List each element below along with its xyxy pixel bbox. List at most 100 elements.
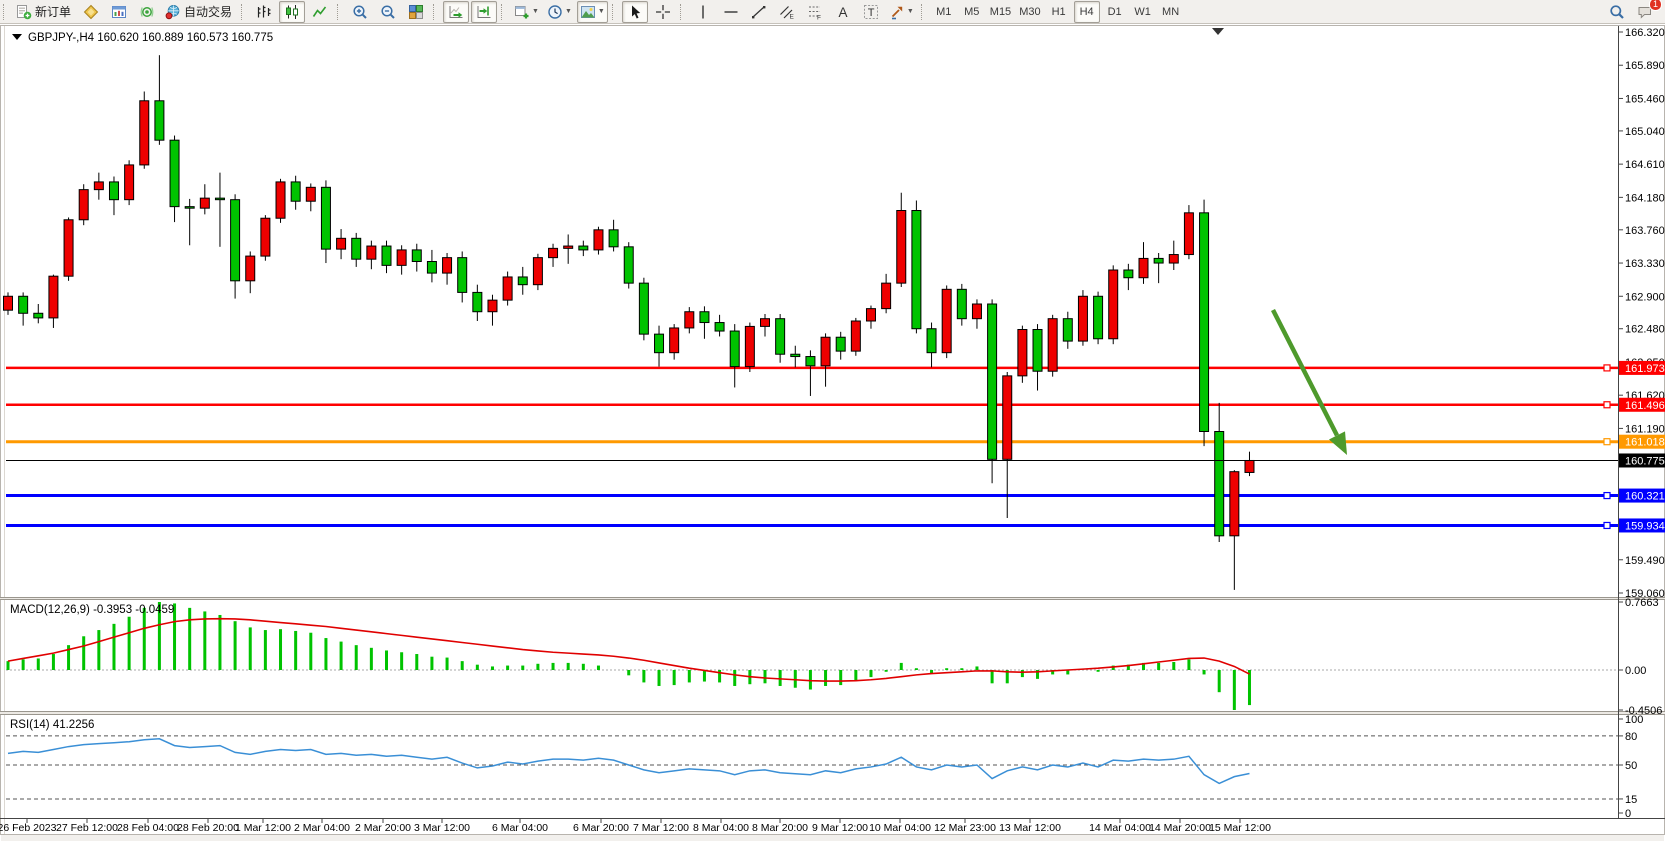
candle-body	[34, 313, 43, 318]
price-axis-label: 163.760	[1625, 225, 1665, 237]
horizontal-line-button[interactable]	[718, 1, 744, 23]
candle-body	[246, 256, 255, 281]
line-price-label-text: 161.973	[1625, 363, 1665, 375]
zoom-in-button[interactable]	[347, 1, 373, 23]
macd-bar	[37, 658, 40, 670]
candle-body	[1063, 319, 1072, 341]
candlestick-chart-button[interactable]	[279, 1, 305, 23]
candle-body	[1018, 330, 1027, 376]
time-axis-label: 9 Mar 12:00	[812, 822, 868, 834]
candle-body	[866, 309, 875, 321]
timeframe-d1-label: D1	[1108, 6, 1122, 18]
tile-windows-button[interactable]	[403, 1, 429, 23]
dropdown-arrow-icon[interactable]: ▼	[565, 8, 572, 15]
macd-bar	[128, 617, 131, 670]
candle-body	[1109, 270, 1118, 339]
candle-body	[200, 198, 209, 208]
macd-bar	[597, 666, 600, 670]
chart-background[interactable]	[0, 25, 1665, 841]
macd-bar	[1187, 659, 1190, 670]
timeframe-m30[interactable]: M30	[1016, 1, 1043, 23]
line-handle[interactable]	[1604, 493, 1610, 499]
timeframe-w1[interactable]: W1	[1130, 1, 1156, 23]
chart-ohlc-readout: GBPJPY-,H4 160.620 160.889 160.573 160.7…	[28, 32, 273, 44]
timeframe-h1-label: H1	[1052, 6, 1066, 18]
candle-body	[185, 207, 194, 209]
timeframe-h1[interactable]: H1	[1046, 1, 1072, 23]
chart-window[interactable]: MACD(12,26,9) -0.3953 -0.04590.76630.00-…	[0, 25, 1665, 841]
toolbar-group	[250, 0, 334, 24]
autotrade-button[interactable]: 自动交易	[162, 1, 237, 23]
vertical-line-button[interactable]	[690, 1, 716, 23]
time-axis-label: 10 Mar 04:00	[869, 822, 931, 834]
fibonacci-button[interactable]: F	[802, 1, 828, 23]
new-chart-button[interactable]: ▼	[511, 1, 542, 23]
toolbar-group-separator	[337, 4, 342, 20]
macd-bar	[642, 670, 645, 682]
text-label-button[interactable]: T	[858, 1, 884, 23]
candle-body	[170, 140, 179, 206]
signal-button[interactable]	[134, 1, 160, 23]
candle-body	[518, 277, 527, 285]
line-price-label-text: 161.496	[1625, 400, 1665, 412]
templates-button[interactable]: ▼	[577, 1, 608, 23]
macd-bar	[688, 670, 691, 682]
macd-bar	[218, 615, 221, 670]
candle-body	[745, 326, 754, 366]
timeframe-m5[interactable]: M5	[959, 1, 985, 23]
dropdown-arrow-icon[interactable]: ▼	[598, 8, 605, 15]
zoom-out-button[interactable]	[375, 1, 401, 23]
channel-button[interactable]: E	[774, 1, 800, 23]
cursor-button[interactable]	[622, 1, 648, 23]
line-handle[interactable]	[1604, 402, 1610, 408]
gold-button[interactable]	[78, 1, 104, 23]
crosshair-button[interactable]	[650, 1, 676, 23]
timeframe-m15[interactable]: M15	[987, 1, 1014, 23]
chart-candles-icon	[284, 4, 300, 20]
search-button[interactable]	[1604, 1, 1630, 23]
line-handle[interactable]	[1604, 365, 1610, 371]
toolbar-gripper[interactable]	[3, 4, 8, 20]
candle-body	[942, 289, 951, 352]
line-price-label-text: 160.321	[1625, 491, 1665, 503]
timeframe-h4[interactable]: H4	[1074, 1, 1100, 23]
bar-chart-button[interactable]	[251, 1, 277, 23]
macd-bar	[536, 664, 539, 670]
macd-bar	[385, 650, 388, 670]
line-handle[interactable]	[1604, 522, 1610, 528]
macd-bar	[7, 661, 10, 670]
price-axis-label: 164.610	[1625, 159, 1665, 171]
candle-body	[321, 187, 330, 249]
dropdown-arrow-icon[interactable]: ▼	[532, 8, 539, 15]
text-button[interactable]: A	[830, 1, 856, 23]
toolbar-group-separator	[680, 4, 685, 20]
time-axis-label: 2 Mar 20:00	[355, 822, 411, 834]
auto-scroll-button[interactable]	[443, 1, 469, 23]
candle-body	[579, 246, 588, 250]
time-axis-label: 27 Feb 12:00	[56, 822, 118, 834]
candle-body	[382, 246, 391, 265]
macd-bar	[188, 608, 191, 670]
candle-body	[276, 182, 285, 218]
timeframe-d1[interactable]: D1	[1102, 1, 1128, 23]
candle-body	[851, 321, 860, 351]
timeframe-mn[interactable]: MN	[1158, 1, 1184, 23]
main-toolbar: 新订单 自动交易 ▼ ▼ ▼ E F AT ▼ M1M5 M15 M30 H1 H4 D1 W1 MN 1	[0, 0, 1665, 24]
dropdown-arrow-icon[interactable]: ▼	[907, 8, 914, 15]
trendline-button[interactable]	[746, 1, 772, 23]
timeframe-m15-label: M15	[990, 6, 1011, 18]
arrows-button[interactable]: ▼	[886, 1, 917, 23]
timeframe-m1[interactable]: M1	[931, 1, 957, 23]
svg-text:F: F	[817, 14, 821, 20]
time-axis-label: 26 Feb 2023	[0, 822, 57, 834]
market-window-button[interactable]	[106, 1, 132, 23]
chart-shift-button[interactable]	[471, 1, 497, 23]
new-order-button[interactable]: 新订单	[13, 1, 76, 23]
timeframe-w1-label: W1	[1134, 6, 1151, 18]
chat-button[interactable]: 1	[1632, 1, 1658, 23]
candle-body	[927, 329, 936, 353]
line-chart-button[interactable]	[307, 1, 333, 23]
periods-button[interactable]: ▼	[544, 1, 575, 23]
macd-bar	[854, 670, 857, 681]
line-handle[interactable]	[1604, 439, 1610, 445]
